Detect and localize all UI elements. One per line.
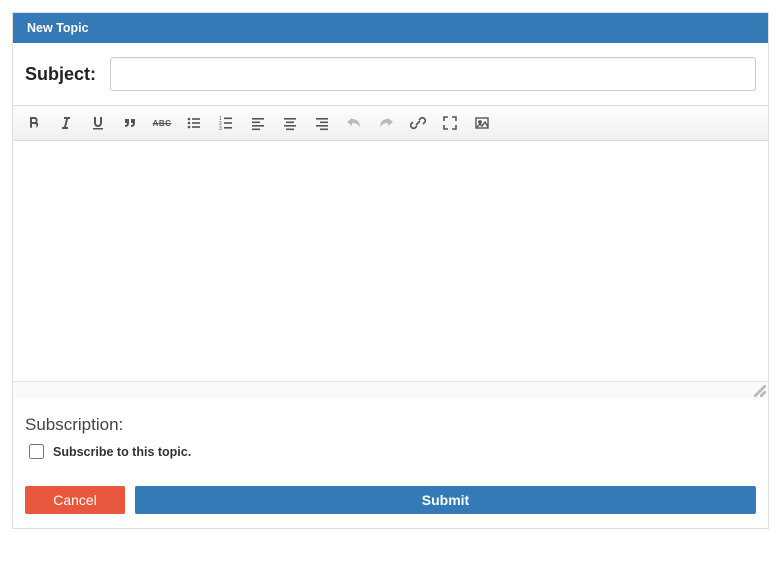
- resize-grip-icon[interactable]: [754, 385, 766, 397]
- submit-button[interactable]: Submit: [135, 486, 756, 514]
- fullscreen-icon[interactable]: [441, 114, 459, 132]
- align-left-icon[interactable]: [249, 114, 267, 132]
- new-topic-panel: New Topic Subject: ABC 123: [12, 12, 769, 529]
- underline-icon[interactable]: [89, 114, 107, 132]
- image-icon[interactable]: [473, 114, 491, 132]
- align-center-icon[interactable]: [281, 114, 299, 132]
- editor-textarea[interactable]: [13, 141, 768, 381]
- subscribe-row[interactable]: Subscribe to this topic.: [25, 441, 756, 462]
- editor-footer: [13, 381, 768, 399]
- ordered-list-icon[interactable]: 123: [217, 114, 235, 132]
- subject-input[interactable]: [110, 57, 756, 91]
- strikethrough-icon[interactable]: ABC: [153, 114, 171, 132]
- undo-icon[interactable]: [345, 114, 363, 132]
- link-icon[interactable]: [409, 114, 427, 132]
- panel-title: New Topic: [13, 13, 768, 43]
- bold-icon[interactable]: [25, 114, 43, 132]
- italic-icon[interactable]: [57, 114, 75, 132]
- subject-row: Subject:: [13, 43, 768, 105]
- button-row: Cancel Submit: [13, 486, 768, 528]
- cancel-button[interactable]: Cancel: [25, 486, 125, 514]
- align-right-icon[interactable]: [313, 114, 331, 132]
- subscribe-checkbox[interactable]: [29, 444, 44, 459]
- quote-icon[interactable]: [121, 114, 139, 132]
- svg-text:3: 3: [219, 126, 222, 131]
- subscription-title: Subscription:: [25, 415, 756, 435]
- subscription-section: Subscription: Subscribe to this topic.: [13, 399, 768, 486]
- editor: ABC 123: [13, 105, 768, 399]
- subscribe-label: Subscribe to this topic.: [53, 445, 191, 459]
- subject-label: Subject:: [25, 64, 96, 85]
- unordered-list-icon[interactable]: [185, 114, 203, 132]
- redo-icon[interactable]: [377, 114, 395, 132]
- editor-toolbar: ABC 123: [13, 106, 768, 141]
